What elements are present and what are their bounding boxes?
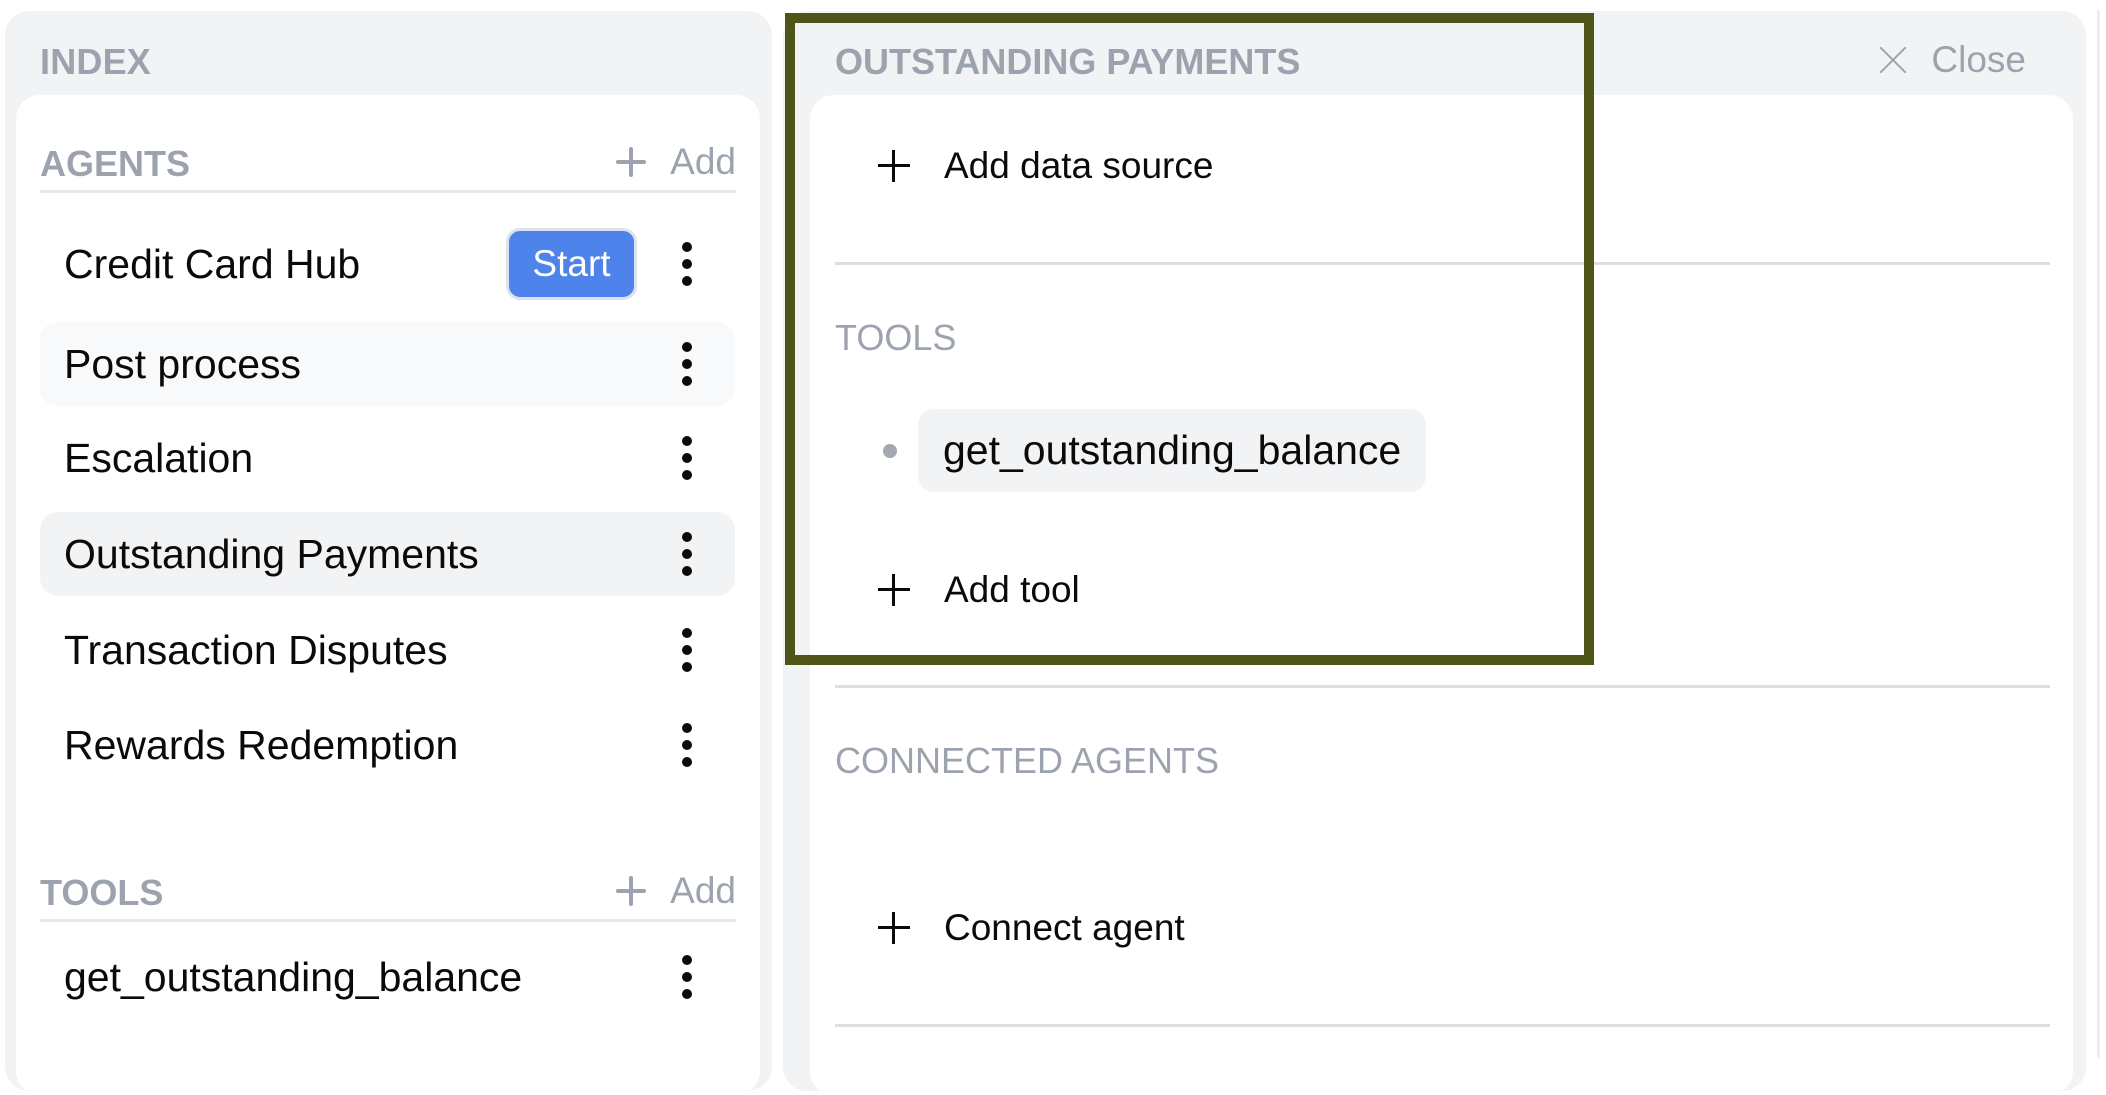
window-edge <box>2097 10 2100 1058</box>
agents-section-header: AGENTS Add <box>40 133 736 193</box>
start-button[interactable]: Start <box>506 228 637 300</box>
detail-title: OUTSTANDING PAYMENTS <box>835 41 1301 82</box>
connected-agents-label: CONNECTED AGENTS <box>835 740 1220 781</box>
plus-icon <box>878 574 910 606</box>
index-panel: INDEX AGENTS Add Credit Card Hub Start P… <box>5 11 772 1095</box>
more-options-icon[interactable] <box>677 955 697 999</box>
agent-name: Outstanding Payments <box>64 530 479 577</box>
index-title: INDEX <box>40 41 152 82</box>
more-options-icon[interactable] <box>677 242 697 286</box>
more-options-icon[interactable] <box>677 532 697 576</box>
add-tool-button[interactable]: Add tool <box>878 569 1080 611</box>
agent-detail-panel: OUTSTANDING PAYMENTS Close Add data sour… <box>783 11 2086 1095</box>
close-label: Close <box>1931 39 2026 80</box>
agent-item-outstanding-payments[interactable]: Outstanding Payments <box>40 512 735 596</box>
add-tool-label: Add tool <box>944 569 1080 610</box>
agent-item-post-process[interactable]: Post process <box>40 322 735 406</box>
divider <box>835 685 2050 688</box>
connect-agent-label: Connect agent <box>944 907 1185 948</box>
detail-card: Add data source TOOLS get_outstanding_ba… <box>810 95 2073 1095</box>
more-options-icon[interactable] <box>677 628 697 672</box>
plus-icon <box>616 147 647 177</box>
plus-icon <box>616 876 647 906</box>
tool-chip-get-outstanding-balance[interactable]: get_outstanding_balance <box>918 409 1427 492</box>
agent-item-transaction-disputes[interactable]: Transaction Disputes <box>40 608 735 692</box>
add-tool-label: Add <box>670 870 736 911</box>
agent-item-rewards-redemption[interactable]: Rewards Redemption <box>40 703 735 787</box>
index-card: AGENTS Add Credit Card Hub Start Post pr… <box>16 95 760 1095</box>
tools-label: TOOLS <box>835 317 957 358</box>
add-agent-button[interactable]: Add <box>616 141 736 183</box>
tools-section-header: TOOLS Add <box>40 862 736 922</box>
more-options-icon[interactable] <box>677 436 697 480</box>
add-data-source-label: Add data source <box>944 145 1214 186</box>
agents-section-label: AGENTS <box>40 143 191 184</box>
tools-section-label: TOOLS <box>40 872 164 913</box>
close-icon <box>1879 46 1907 74</box>
add-data-source-button[interactable]: Add data source <box>878 145 1213 187</box>
connect-agent-button[interactable]: Connect agent <box>878 907 1185 949</box>
tool-item-get-outstanding-balance[interactable]: get_outstanding_balance <box>40 935 735 1019</box>
plus-icon <box>878 150 910 182</box>
divider <box>835 1024 2050 1027</box>
add-tool-button[interactable]: Add <box>616 870 736 912</box>
agent-item-credit-card-hub[interactable]: Credit Card Hub Start <box>40 222 735 306</box>
agent-item-escalation[interactable]: Escalation <box>40 416 735 500</box>
agent-name: Post process <box>64 340 301 387</box>
plus-icon <box>878 912 910 944</box>
bullet-icon <box>883 444 897 458</box>
close-button[interactable]: Close <box>1879 39 2026 81</box>
agent-name: Rewards Redemption <box>64 721 459 768</box>
agent-name: Transaction Disputes <box>64 626 448 673</box>
divider <box>835 262 2050 265</box>
more-options-icon[interactable] <box>677 342 697 386</box>
more-options-icon[interactable] <box>677 723 697 767</box>
add-agent-label: Add <box>670 141 736 182</box>
agent-name: Escalation <box>64 434 254 481</box>
agent-name: Credit Card Hub <box>64 240 361 287</box>
tool-name: get_outstanding_balance <box>64 953 523 1000</box>
